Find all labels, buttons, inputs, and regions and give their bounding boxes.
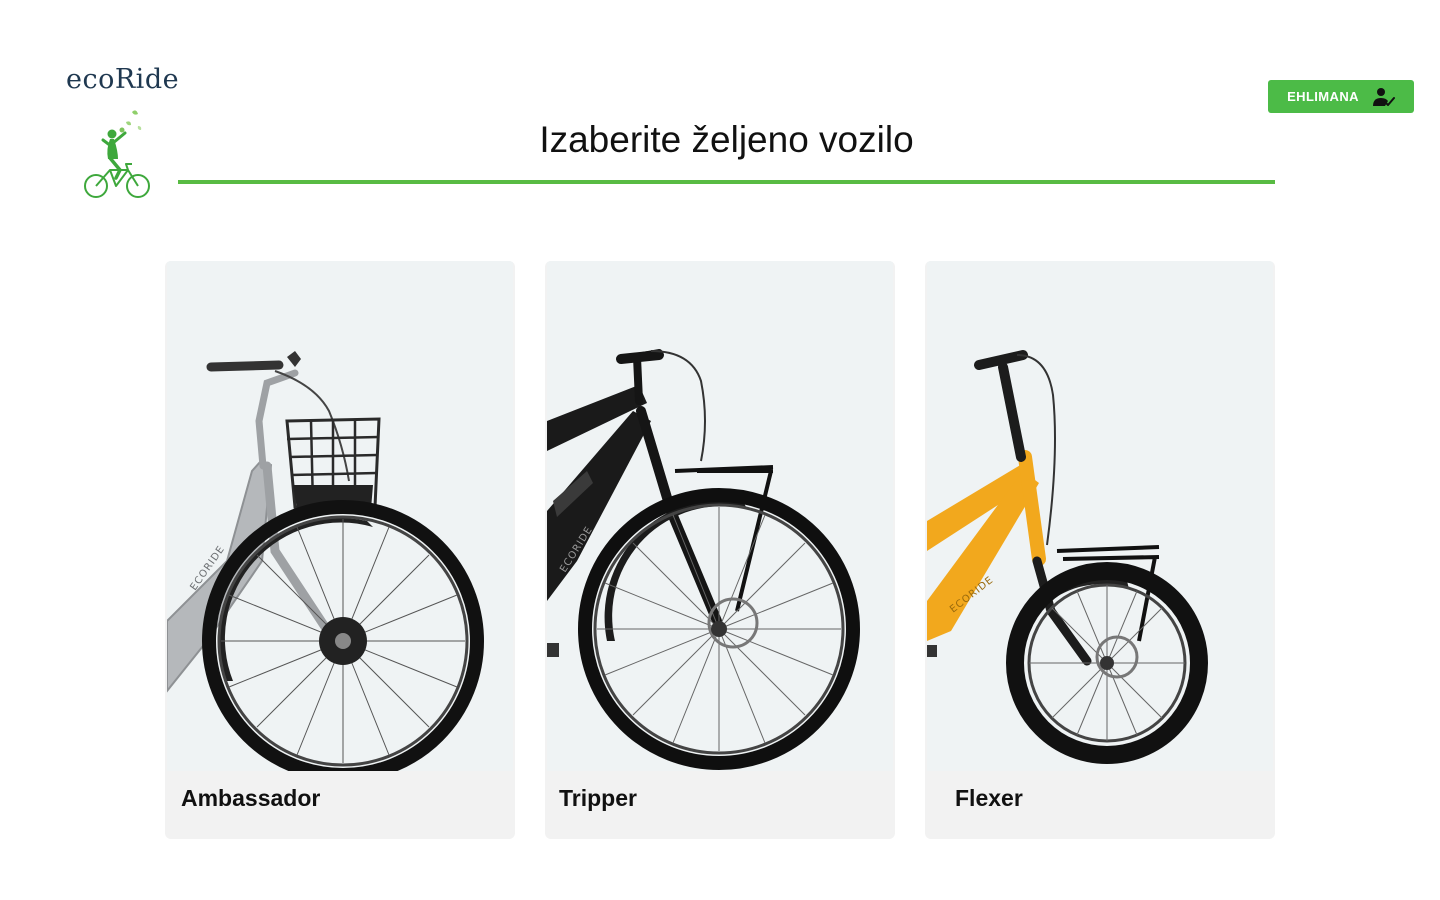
brand-wordmark: ecoRide bbox=[66, 64, 180, 95]
vehicle-card-tripper[interactable]: ECORIDE Tripper bbox=[545, 261, 895, 839]
page-title: Izaberite željeno vozilo bbox=[539, 119, 914, 160]
compact-ebike-image: ECORIDE bbox=[927, 261, 1273, 771]
city-ebike-with-basket-image: ECORIDE bbox=[167, 261, 513, 771]
trekking-ebike-image: ECORIDE bbox=[547, 261, 893, 771]
vehicle-card-ambassador[interactable]: ECORIDE Ambassador bbox=[165, 261, 515, 839]
vehicle-name: Tripper bbox=[559, 785, 637, 811]
title-divider bbox=[178, 180, 1275, 184]
vehicle-name: Ambassador bbox=[181, 785, 321, 811]
vehicle-list: ECORIDE Ambassador ECORIDE Tripper ECORI… bbox=[165, 261, 1275, 839]
vehicle-card-flexer[interactable]: ECORIDE Flexer bbox=[925, 261, 1275, 839]
brand-logo[interactable]: ecoRide bbox=[66, 64, 180, 204]
user-account-label: EHLIMANA bbox=[1287, 89, 1359, 104]
vehicle-name: Flexer bbox=[955, 785, 1023, 811]
user-account-button[interactable]: EHLIMANA bbox=[1268, 80, 1414, 113]
page: ecoRide Izaberite željeno vozilo EHLIMAN… bbox=[0, 0, 1440, 900]
user-check-icon bbox=[1372, 87, 1395, 106]
cyclist-logo-icon bbox=[84, 110, 150, 198]
